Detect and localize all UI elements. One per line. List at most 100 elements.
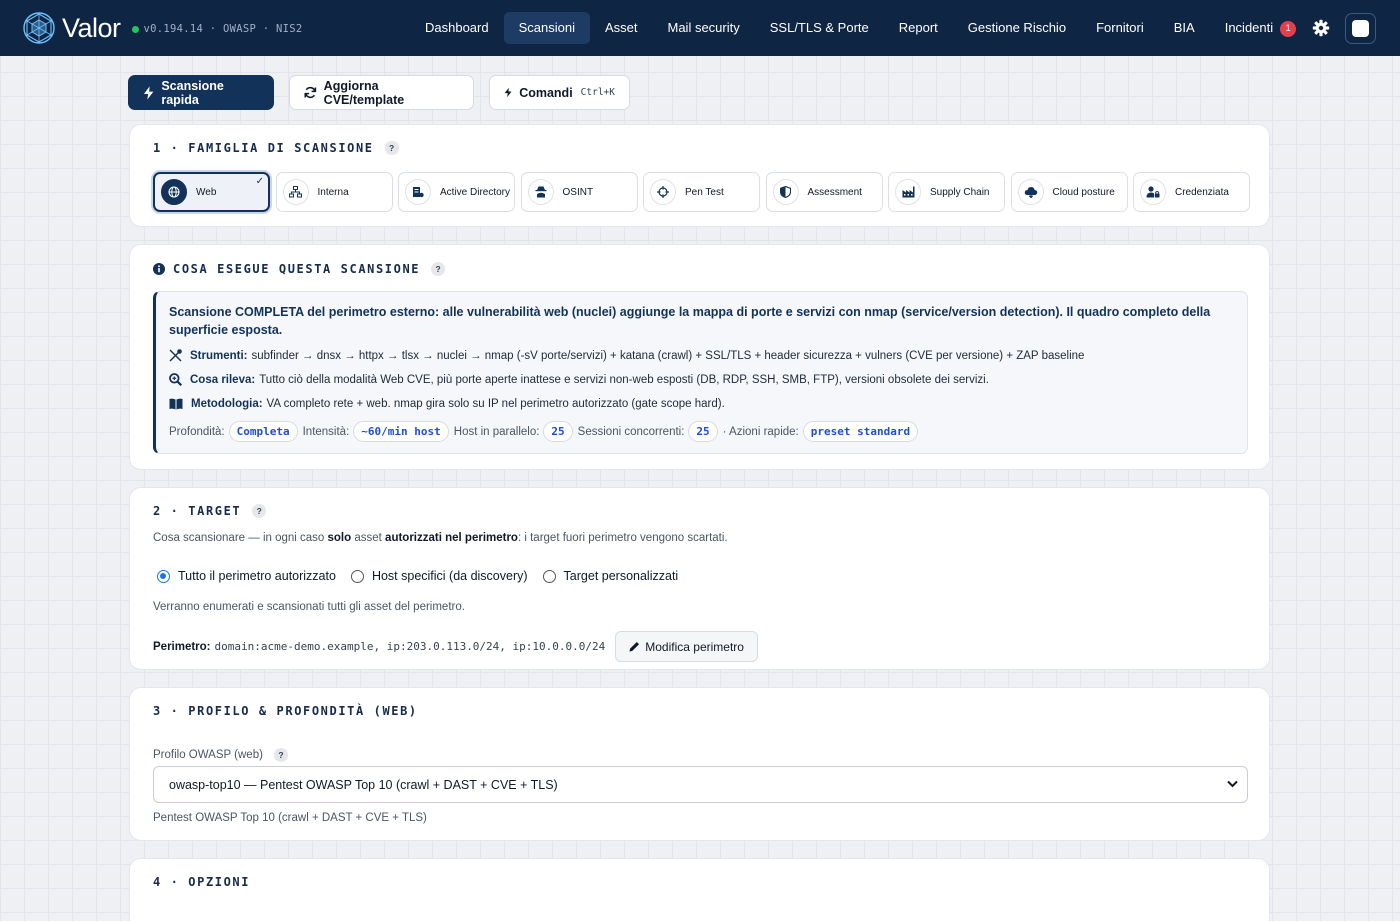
book-open-icon (169, 398, 183, 410)
scan-description-card: COSA ESEGUE QUESTA SCANSIONE ? Scansione… (129, 244, 1270, 470)
family-label: Interna (317, 186, 349, 198)
brand[interactable]: Valor v0.194.14 · OWASP · NIS2 (22, 11, 302, 45)
refresh-icon (304, 86, 317, 99)
nav-scansioni[interactable]: Scansioni (503, 12, 590, 44)
incidents-count-badge: 1 (1280, 21, 1297, 37)
detects-line: Cosa rileva: Tutto ciò della modalità We… (169, 373, 989, 386)
method-line: Metodologia: VA completo rete + web. nma… (169, 398, 725, 410)
family-title: 1 · FAMIGLIA DI SCANSIONE (153, 141, 374, 155)
info-title: COSA ESEGUE QUESTA SCANSIONE (173, 262, 421, 276)
parallel-pill: 25 (543, 421, 573, 442)
target-description: Cosa scansionare — in ogni caso solo ass… (153, 532, 728, 544)
desc-part: Cosa scansionare — in ogni caso (153, 532, 328, 544)
family-label: Pen Test (685, 186, 724, 198)
desc-part: : i target fuori perimetro vengono scart… (517, 532, 728, 544)
quick-scan-label: Scansione rapida (161, 78, 224, 107)
family-label: Credenziata (1175, 186, 1229, 198)
app-version: v0.194.14 · OWASP · NIS2 (143, 23, 303, 35)
perimeter-value: domain:acme-demo.example, ip:203.0.113.0… (214, 640, 606, 653)
family-interna[interactable]: Interna (275, 172, 393, 212)
edit-perimeter-button[interactable]: Modifica perimetro (615, 631, 758, 662)
family-label: OSINT (562, 186, 594, 198)
depth-pill: Completa (228, 421, 298, 442)
nav-bia[interactable]: BIA (1159, 12, 1210, 44)
section-title: 4 · OPZIONI (153, 875, 250, 889)
radio-dot[interactable] (350, 569, 364, 583)
settings-gear-icon[interactable] (1311, 18, 1331, 38)
radio-label: Target personalizzati (563, 569, 679, 583)
nav-report[interactable]: Report (884, 12, 953, 44)
family-label: Supply Chain (930, 186, 990, 198)
bolt-icon (143, 85, 154, 100)
globe-icon (161, 179, 187, 205)
scan-info-box: Scansione COMPLETA del perimetro esterno… (153, 291, 1248, 454)
family-label: Cloud posture (1052, 186, 1115, 198)
help-icon[interactable]: ? (384, 141, 399, 155)
server-icon (405, 179, 431, 205)
update-cve-label: Aggiorna CVE/template (323, 78, 405, 107)
family-supply-chain[interactable]: Supply Chain (888, 172, 1005, 212)
commands-button[interactable]: Comandi Ctrl+K (489, 75, 630, 110)
info-circle-icon (153, 263, 165, 275)
nav-mail-security[interactable]: Mail security (653, 12, 755, 44)
target-specific-hosts-radio[interactable]: Host specifici (da discovery) (350, 569, 528, 583)
nav-gestione-rischio[interactable]: Gestione Rischio (953, 12, 1081, 44)
quick-actions-label: · Azioni rapide: (722, 425, 799, 438)
intensity-label: Intensità: (302, 425, 350, 438)
target-all-perimeter-radio[interactable]: Tutto il perimetro autorizzato (157, 569, 336, 583)
family-label: Web (196, 186, 217, 198)
family-osint[interactable]: OSINT (520, 172, 638, 212)
scan-family-card: 1 · FAMIGLIA DI SCANSIONE ? Web ✓ Intern… (129, 124, 1270, 227)
app-name: Valor (62, 12, 121, 43)
family-assessment[interactable]: Assessment (765, 172, 883, 212)
family-label: Active Directory (440, 186, 511, 198)
status-online-dot (131, 25, 139, 33)
nav-ssl-tls-porte[interactable]: SSL/TLS & Porte (755, 12, 884, 44)
valor-logo-icon (23, 12, 55, 44)
tools-icon (169, 349, 182, 362)
desc-emphasis: solo (327, 532, 352, 544)
family-credenziata[interactable]: Credenziata (1133, 172, 1250, 212)
family-web[interactable]: Web ✓ (153, 172, 270, 212)
help-icon[interactable]: ? (252, 504, 267, 518)
nav-asset[interactable]: Asset (590, 12, 653, 44)
radio-dot[interactable] (542, 569, 556, 583)
depth-label: Profondità: (169, 425, 225, 438)
spy-icon (527, 179, 554, 205)
nav-incidenti-label: Incidenti (1224, 20, 1274, 35)
selected-profile: owasp-top10 — Pentest OWASP Top 10 (craw… (169, 777, 558, 792)
family-active-directory[interactable]: Active Directory (398, 172, 515, 212)
perimeter-row: Perimetro: domain:acme-demo.example, ip:… (153, 631, 758, 662)
desc-part: asset (351, 532, 386, 544)
preset-standard-pill[interactable]: preset standard (802, 421, 919, 442)
profile-title: 3 · PROFILO & PROFONDITÀ (WEB) (153, 704, 418, 718)
quick-scan-button[interactable]: Scansione rapida (128, 75, 274, 110)
radio-dot[interactable] (157, 569, 170, 583)
family-cloud-posture[interactable]: Cloud posture (1010, 172, 1128, 212)
section-title: 3 · PROFILO & PROFONDITÀ (WEB) (153, 704, 418, 718)
method-value: VA completo rete + web. nmap gira solo s… (266, 398, 725, 410)
profile-field-label: Profilo OWASP (web) (153, 749, 263, 761)
chevron-down-icon (1227, 780, 1238, 788)
nav-dashboard[interactable]: Dashboard (410, 12, 504, 44)
edit-perimeter-label: Modifica perimetro (645, 639, 744, 654)
nav-fornitori[interactable]: Fornitori (1081, 12, 1159, 44)
radio-label: Host specifici (da discovery) (371, 569, 528, 583)
update-cve-button[interactable]: Aggiorna CVE/template (289, 75, 474, 110)
owasp-profile-select[interactable]: owasp-top10 — Pentest OWASP Top 10 (craw… (153, 766, 1248, 803)
section-title: 1 · FAMIGLIA DI SCANSIONE ? (153, 141, 399, 155)
user-menu-button[interactable] (1345, 13, 1376, 44)
perimeter-label: Perimetro: (153, 640, 211, 653)
main-nav: Dashboard Scansioni Asset Mail security … (410, 12, 1311, 44)
options-card: 4 · OPZIONI (129, 858, 1270, 921)
bolt-icon (504, 87, 512, 98)
target-custom-radio[interactable]: Target personalizzati (542, 569, 679, 583)
help-icon[interactable]: ? (431, 262, 446, 276)
nav-incidenti[interactable]: Incidenti 1 (1210, 12, 1311, 44)
user-avatar (1352, 20, 1369, 37)
help-icon[interactable]: ? (273, 748, 288, 762)
tools-value: subfinder → dnsx → httpx → tlsx → nuclei… (251, 349, 1085, 362)
target-card: 2 · TARGET ? Cosa scansionare — in ogni … (129, 487, 1270, 670)
family-pen-test[interactable]: Pen Test (643, 172, 760, 212)
cloud-icon (1017, 179, 1044, 205)
